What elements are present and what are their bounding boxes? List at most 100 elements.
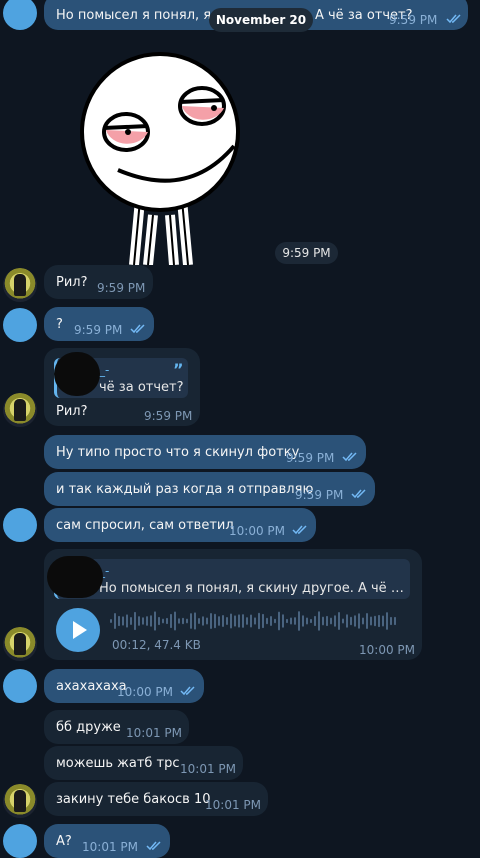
waveform-bar xyxy=(218,616,220,626)
waveform-bar xyxy=(322,616,324,626)
waveform-bar xyxy=(242,614,244,628)
avatar-self[interactable] xyxy=(3,308,37,342)
waveform-bar xyxy=(166,617,168,625)
message-bubble[interactable]: бб друже 10:01 PM xyxy=(44,710,189,744)
waveform-bar xyxy=(274,618,276,624)
quote-icon: ” xyxy=(173,360,184,379)
double-check-icon xyxy=(180,686,196,696)
waveform-bar xyxy=(334,615,336,627)
waveform-bar xyxy=(358,613,360,629)
waveform-bar xyxy=(342,618,344,624)
waveform-bar xyxy=(318,611,320,631)
waveform-bar xyxy=(214,613,216,629)
avatar-contact[interactable] xyxy=(3,784,37,818)
avatar-self[interactable] xyxy=(3,824,37,858)
waveform-bar xyxy=(230,613,232,629)
waveform-bar xyxy=(250,614,252,628)
message-time: 10:01 PM xyxy=(180,762,236,776)
double-check-icon xyxy=(292,525,308,535)
reply-text: чё за отчет? xyxy=(99,380,184,395)
waveform-bar xyxy=(374,615,376,627)
sticker-face-icon xyxy=(80,52,240,266)
waveform-bar xyxy=(366,612,368,630)
waveform-bar xyxy=(262,613,264,629)
waveform-bar xyxy=(126,614,128,628)
message-bubble[interactable]: ахахахаха 10:00 PM xyxy=(44,669,204,703)
message-bubble[interactable]: закину тебе бакосв 10 10:01 PM xyxy=(44,782,268,816)
message-time: 9:59 PM xyxy=(144,409,193,423)
redacted-mark xyxy=(47,556,103,598)
sticker[interactable] xyxy=(78,50,242,266)
waveform-bar xyxy=(290,617,292,625)
date-divider: November 20 xyxy=(209,8,313,32)
waveform-bar xyxy=(394,616,396,626)
waveform-bar xyxy=(158,616,160,626)
voice-meta: 00:12, 47.4 KB xyxy=(112,638,201,652)
message-time: 9:59 PM xyxy=(389,13,438,27)
redacted-mark xyxy=(54,352,100,396)
double-check-icon xyxy=(146,841,162,851)
message-bubble[interactable]: Рил? 9:59 PM xyxy=(44,265,153,299)
waveform-bar xyxy=(294,617,296,625)
waveform-bar xyxy=(110,619,112,623)
double-check-icon xyxy=(446,14,462,24)
waveform-bar xyxy=(174,611,176,631)
waveform-bar xyxy=(346,614,348,628)
waveform-bar xyxy=(390,616,392,626)
waveform-bar xyxy=(210,613,212,629)
message-time: 9:59 PM xyxy=(97,281,146,295)
waveform-bar xyxy=(134,611,136,631)
message-time: 10:00 PM xyxy=(229,524,285,538)
double-check-icon xyxy=(351,489,367,499)
waveform-bar xyxy=(282,614,284,628)
waveform-bar xyxy=(310,618,312,624)
waveform-bar xyxy=(370,616,372,626)
message-text: можешь жатб трс xyxy=(56,756,180,771)
waveform-bar xyxy=(302,615,304,627)
avatar-contact[interactable] xyxy=(3,627,37,661)
avatar-self[interactable] xyxy=(3,0,37,30)
message-time: 10:01 PM xyxy=(82,840,138,854)
message-text: и так каждый раз когда я отправляю xyxy=(56,482,314,497)
message-time: 10:01 PM xyxy=(205,798,261,812)
avatar-contact[interactable] xyxy=(3,268,37,302)
message-time: 10:01 PM xyxy=(126,726,182,740)
waveform-bar xyxy=(122,616,124,626)
message-bubble[interactable]: и так каждый раз когда я отправляю 9:59 … xyxy=(44,472,375,506)
waveform-bar xyxy=(270,615,272,627)
waveform-bar xyxy=(130,617,132,625)
message-text: бб друже xyxy=(56,720,121,735)
message-bubble[interactable]: ? 9:59 PM xyxy=(44,307,154,341)
waveform-bar xyxy=(238,614,240,628)
message-time: 9:59 PM xyxy=(286,451,335,465)
reply-preview[interactable]: _- Но помысел я понял, я скину другое. А… xyxy=(54,559,410,599)
waveform-bar xyxy=(314,615,316,627)
waveform-bar xyxy=(338,611,340,631)
message-text: А? xyxy=(56,834,72,849)
reply-text: Но помысел я понял, я скину другое. А чё… xyxy=(99,581,407,596)
waveform-bar xyxy=(286,618,288,624)
message-bubble[interactable]: А? 10:01 PM xyxy=(44,824,170,858)
voice-play-button[interactable] xyxy=(56,608,100,652)
waveform-bar xyxy=(202,616,204,626)
message-bubble[interactable]: Ну типо просто что я скинул фотку 9:59 P… xyxy=(44,435,366,469)
avatar-self[interactable] xyxy=(3,508,37,542)
waveform-bar xyxy=(178,618,180,624)
message-text: Ну типо просто что я скинул фотку xyxy=(56,445,300,460)
message-bubble[interactable]: можешь жатб трс 10:01 PM xyxy=(44,746,243,780)
reply-author: _- xyxy=(99,363,110,377)
avatar-contact[interactable] xyxy=(3,393,37,427)
waveform-bar xyxy=(170,613,172,629)
waveform-bar xyxy=(306,617,308,625)
waveform-bar xyxy=(378,614,380,628)
waveform-bar xyxy=(118,615,120,627)
waveform-bar xyxy=(362,617,364,625)
message-bubble[interactable]: сам спросил, сам ответил 10:00 PM xyxy=(44,508,316,542)
waveform-bar xyxy=(298,611,300,631)
message-bubble[interactable]: _- Но помысел я понял, я скину другое. А… xyxy=(44,549,422,660)
waveform-bar xyxy=(142,617,144,625)
waveform-bar xyxy=(350,616,352,626)
voice-waveform[interactable] xyxy=(110,609,400,633)
waveform-bar xyxy=(194,612,196,630)
avatar-self[interactable] xyxy=(3,669,37,703)
